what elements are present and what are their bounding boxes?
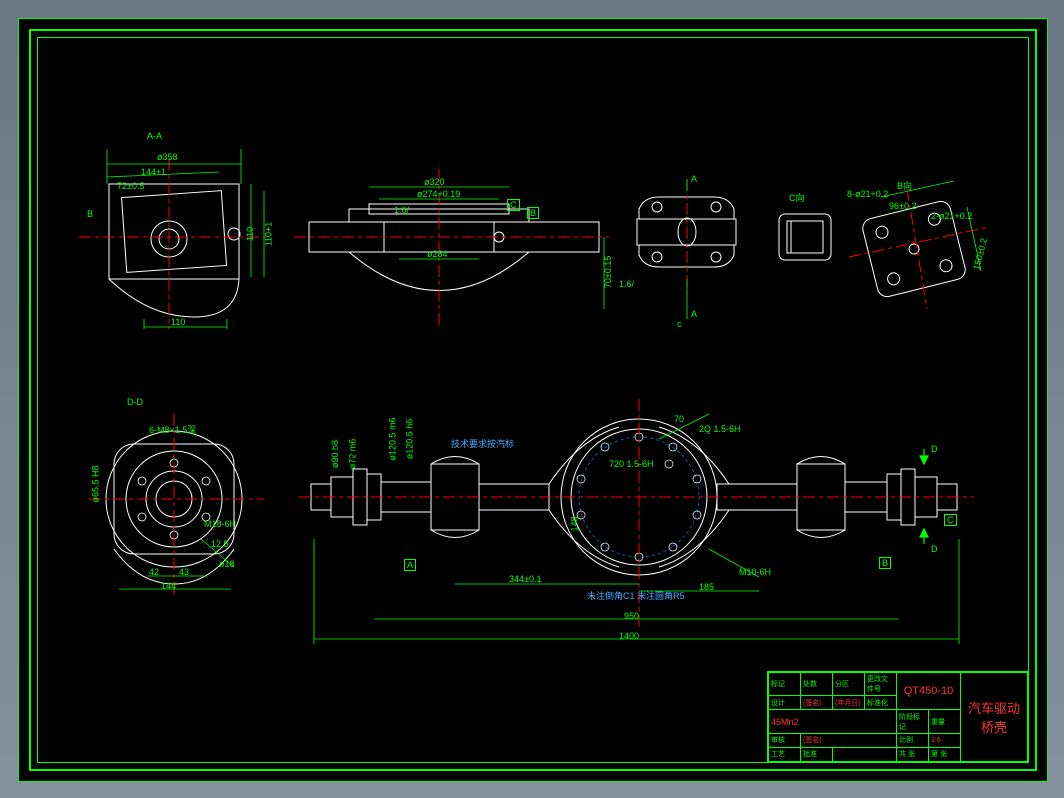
label-d2: D [931, 544, 938, 554]
arrow-a2: A [691, 309, 697, 319]
title-block: 标记 处数 分区 更改文件号 QT450-10 汽车驱动桥壳 设计 (签名) (… [767, 671, 1029, 763]
dim-358: ø358 [157, 152, 178, 162]
surf1: 1.6/ [394, 205, 409, 215]
dim-90: ø90 h8 [330, 440, 340, 468]
note1: 未注倒角C1 未注圆角R5 [587, 589, 685, 602]
tb-r1c3: 分区 [833, 673, 865, 696]
datum-b-top: B [527, 207, 539, 219]
tb-r3c1: 审核 [769, 733, 801, 747]
dim-70-tol: 70±0.15 [603, 256, 613, 288]
dim-a-a: A-A [147, 131, 162, 141]
dim-72: 72±0.5 [117, 181, 144, 191]
datum-a: A [404, 559, 416, 571]
part-number: QT450-10 [897, 673, 961, 710]
datum-b: B [879, 557, 891, 569]
label-c-view: C向 [789, 191, 805, 204]
cad-drawing-frame: A-A ø358 144±1 72±0.5 B 110 110 110+1 ø3… [18, 18, 1048, 782]
dim-110: 110 [171, 317, 185, 327]
dim-185: 185 [699, 582, 714, 592]
tb-r1c1: 标记 [769, 673, 801, 696]
tb-r1c4: 更改文件号 [865, 673, 897, 696]
dim-144-1: 144±1 [141, 167, 166, 177]
dim-110c: 110+1 [263, 222, 273, 247]
tb-r2c1: 设计 [769, 696, 801, 710]
tb-r2c4: 标准化 [865, 696, 897, 710]
dim-274: ø274+0.19 [417, 189, 460, 199]
label-b: B [87, 209, 93, 219]
border-inner [37, 37, 1029, 763]
dim-m18: M18-6H [204, 519, 236, 529]
note2: 技术要求按汽标 [451, 437, 514, 450]
material: 45Mn2 [769, 710, 897, 733]
dim-12-5: 12.5 [211, 539, 229, 549]
dim-43: 43 [179, 567, 189, 577]
datum-c: C [507, 199, 520, 211]
dim-120b: ø120.5 h6 [404, 419, 414, 460]
label-b-view: B向 [897, 179, 912, 192]
tb-r4c1: 工艺 [769, 747, 801, 761]
tb-r4c2: 批准 [801, 747, 833, 761]
dim-284: ø284 [427, 249, 448, 259]
dim-72b: ø72 m6 [347, 439, 357, 470]
tb-r2c5: (签名) [801, 733, 897, 747]
datum-c-main: C [944, 514, 957, 526]
scale: 1:6 [929, 733, 961, 747]
tb-r3c5: 阶段标记 [897, 710, 929, 733]
dim-2holes: 2-ø21+0.2 [931, 211, 972, 221]
dim-m10: M10-6H [739, 567, 771, 577]
dim-344: 344±0.1 [509, 574, 541, 584]
tb-r3c6: 重量 [929, 710, 961, 733]
tb-r3c7: 比例 [897, 733, 929, 747]
surf2: 1.6/ [619, 279, 634, 289]
dim-42: 42 [149, 567, 159, 577]
tb-r4c7: 第 张 [929, 747, 961, 761]
dim-110b: 110 [245, 227, 255, 241]
tb-r4c6: 共 张 [897, 747, 929, 761]
dim-70b: 70 [674, 414, 684, 424]
arrow-a1: A [691, 174, 697, 184]
tb-r1c2: 处数 [801, 673, 833, 696]
dim-144b: 144 [161, 581, 176, 591]
dim-148: 148 [570, 516, 580, 531]
dim-320: ø320 [424, 177, 445, 187]
dim-thread2: 720 1.5-6H [609, 459, 654, 469]
dim-spline: 6-M8×1.5深 [149, 423, 196, 436]
dim-65: ø65.5 H8 [91, 465, 101, 502]
dim-d-d: D-D [127, 397, 143, 407]
label-d1: D [931, 444, 938, 454]
label-c: c [677, 319, 682, 329]
tb-r2c3: (年月日) [833, 696, 865, 710]
dim-8holes: 8-ø21+0.2 [847, 189, 888, 199]
dim-120a: ø120.5 m6 [388, 417, 398, 460]
dim-96: 96±0.2 [889, 201, 916, 211]
dim-thread1: 2Q 1.5-6H [699, 424, 741, 434]
drawing-title: 汽车驱动桥壳 [961, 673, 1028, 762]
tb-r2c2: (签名) [801, 696, 833, 710]
dim-1400: 1400 [619, 631, 639, 641]
dim-18: ø18 [219, 559, 235, 569]
dim-950: 950 [624, 611, 639, 621]
